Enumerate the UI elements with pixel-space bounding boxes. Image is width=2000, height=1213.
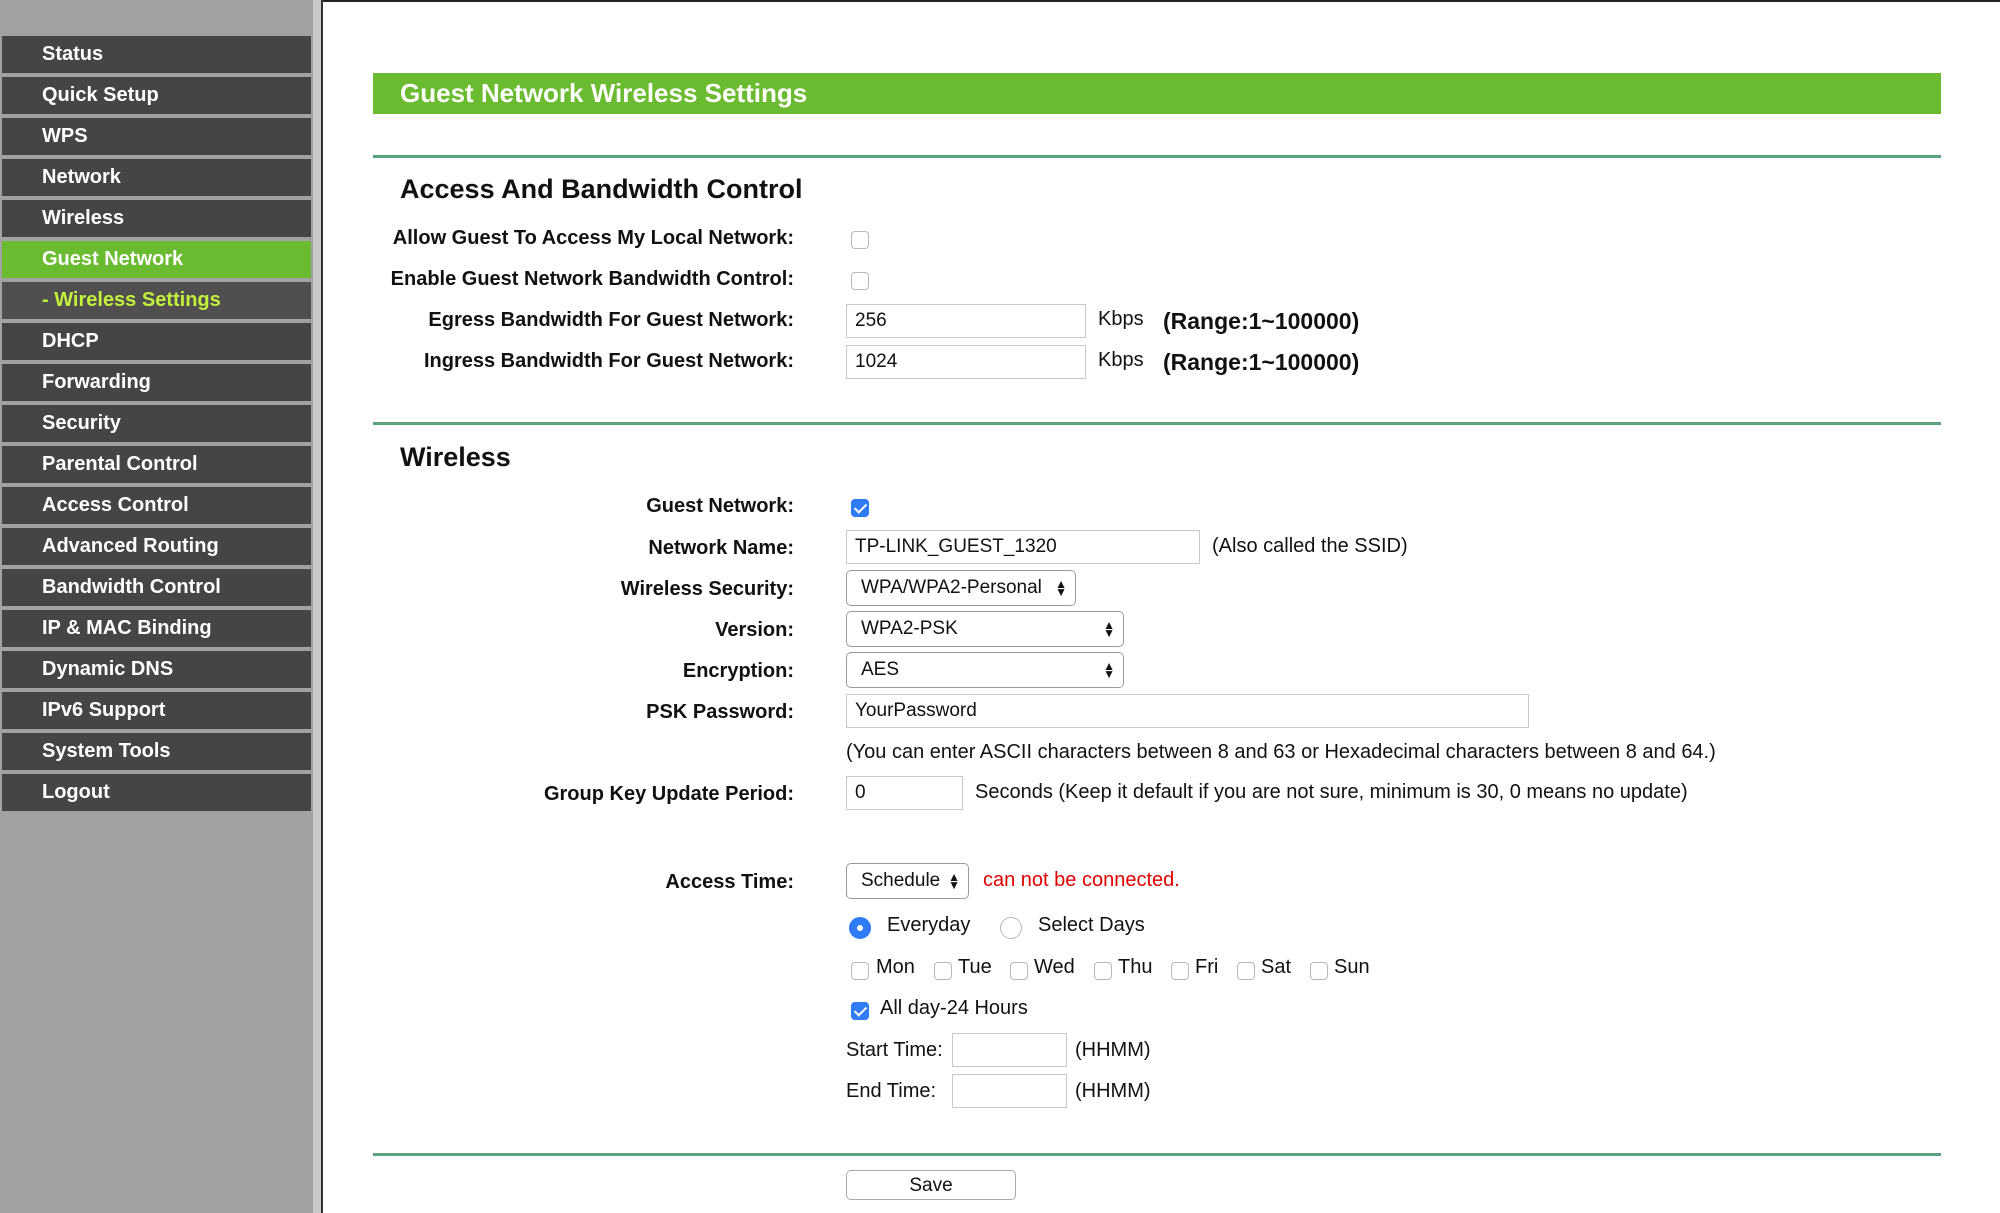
sidebar: Status Quick Setup WPS Network Wireless …: [0, 0, 313, 1213]
day-tue-checkbox[interactable]: [934, 962, 952, 980]
sidebar-item-logout[interactable]: Logout: [2, 774, 311, 811]
day-thu-checkbox[interactable]: [1094, 962, 1112, 980]
version-select[interactable]: WPA2-PSK ▲ ▼: [846, 611, 1124, 647]
select-arrows-icon: ▲ ▼: [948, 870, 960, 892]
section-divider: [373, 1153, 1941, 1156]
psk-password-label: PSK Password:: [646, 701, 794, 723]
day-wed-label: Wed: [1034, 956, 1075, 978]
ingress-unit: Kbps: [1098, 349, 1144, 371]
section-divider: [373, 422, 1941, 425]
day-mon-label: Mon: [876, 956, 915, 978]
bandwidth-control-label: Enable Guest Network Bandwidth Control:: [390, 268, 794, 290]
psk-note: (You can enter ASCII characters between …: [846, 741, 1716, 763]
sidebar-item-bandwidth-control[interactable]: Bandwidth Control: [2, 569, 311, 606]
all-day-label: All day-24 Hours: [880, 997, 1028, 1019]
day-mon-checkbox[interactable]: [851, 962, 869, 980]
bandwidth-control-checkbox[interactable]: [851, 272, 869, 290]
wireless-security-select[interactable]: WPA/WPA2-Personal ▲ ▼: [846, 570, 1076, 606]
group-key-label: Group Key Update Period:: [543, 783, 794, 805]
ingress-label: Ingress Bandwidth For Guest Network:: [423, 350, 794, 372]
sidebar-top-band: [0, 0, 313, 36]
sidebar-item-guest-network[interactable]: Guest Network: [2, 241, 311, 278]
day-thu-label: Thu: [1118, 956, 1153, 978]
sidebar-item-ipv6-support[interactable]: IPv6 Support: [2, 692, 311, 729]
day-sat-label: Sat: [1261, 956, 1292, 978]
wireless-security-value: WPA/WPA2-Personal: [861, 577, 1042, 598]
ingress-range: (Range:1~100000): [1163, 349, 1360, 375]
start-time-label: Start Time:: [846, 1039, 943, 1061]
encryption-select[interactable]: AES ▲ ▼: [846, 652, 1124, 688]
psk-password-input[interactable]: [846, 694, 1529, 728]
version-value: WPA2-PSK: [861, 618, 958, 639]
sidebar-item-wps[interactable]: WPS: [2, 118, 311, 155]
sidebar-item-advanced-routing[interactable]: Advanced Routing: [2, 528, 311, 565]
select-days-radio[interactable]: [1000, 917, 1022, 939]
day-fri-label: Fri: [1195, 956, 1219, 978]
sidebar-subitem-wireless-settings[interactable]: - Wireless Settings: [2, 282, 311, 319]
sidebar-item-dynamic-dns[interactable]: Dynamic DNS: [2, 651, 311, 688]
sidebar-item-dhcp[interactable]: DHCP: [2, 323, 311, 360]
start-time-format: (HHMM): [1075, 1039, 1151, 1061]
day-tue-label: Tue: [958, 956, 992, 978]
select-days-label: Select Days: [1038, 914, 1145, 936]
sidebar-item-quick-setup[interactable]: Quick Setup: [2, 77, 311, 114]
sidebar-item-network[interactable]: Network: [2, 159, 311, 196]
group-key-note: Seconds (Keep it default if you are not …: [975, 781, 1688, 803]
allow-local-checkbox[interactable]: [851, 231, 869, 249]
day-sun-checkbox[interactable]: [1310, 962, 1328, 980]
guest-network-label: Guest Network:: [646, 495, 794, 517]
sidebar-item-ip-mac-binding[interactable]: IP & MAC Binding: [2, 610, 311, 647]
egress-input[interactable]: [846, 304, 1086, 338]
guest-network-checkbox[interactable]: [851, 499, 869, 517]
day-sun-label: Sun: [1334, 956, 1370, 978]
sidebar-item-status[interactable]: Status: [2, 36, 311, 73]
section-divider: [373, 155, 1941, 158]
group-key-input[interactable]: [846, 776, 963, 810]
access-time-label: Access Time:: [665, 871, 794, 893]
select-arrows-icon: ▲ ▼: [1103, 618, 1115, 640]
encryption-label: Encryption:: [682, 660, 794, 682]
sidebar-item-system-tools[interactable]: System Tools: [2, 733, 311, 770]
ingress-input[interactable]: [846, 345, 1086, 379]
wireless-security-label: Wireless Security:: [620, 578, 794, 600]
access-time-select[interactable]: Schedule ▲ ▼: [846, 863, 969, 899]
access-time-warning: can not be connected.: [983, 869, 1180, 891]
everyday-label: Everyday: [887, 914, 971, 936]
version-label: Version:: [715, 619, 794, 641]
start-time-input[interactable]: [952, 1033, 1067, 1067]
sidebar-item-parental-control[interactable]: Parental Control: [2, 446, 311, 483]
ssid-note: (Also called the SSID): [1212, 535, 1408, 557]
day-sat-checkbox[interactable]: [1237, 962, 1255, 980]
select-arrows-icon: ▲ ▼: [1055, 577, 1067, 599]
sidebar-item-wireless[interactable]: Wireless: [2, 200, 311, 237]
sidebar-item-security[interactable]: Security: [2, 405, 311, 442]
everyday-radio[interactable]: [849, 917, 871, 939]
access-time-value: Schedule: [861, 870, 941, 891]
encryption-value: AES: [861, 659, 900, 680]
sidebar-item-forwarding[interactable]: Forwarding: [2, 364, 311, 401]
sidebar-item-access-control[interactable]: Access Control: [2, 487, 311, 524]
section-title-access: Access And Bandwidth Control: [400, 174, 803, 204]
network-name-input[interactable]: [846, 530, 1200, 564]
end-time-format: (HHMM): [1075, 1080, 1151, 1102]
egress-unit: Kbps: [1098, 308, 1144, 330]
network-name-label: Network Name:: [648, 537, 794, 559]
save-button[interactable]: Save: [846, 1170, 1016, 1200]
end-time-input[interactable]: [952, 1074, 1067, 1108]
all-day-checkbox[interactable]: [851, 1002, 869, 1020]
egress-label: Egress Bandwidth For Guest Network:: [428, 309, 794, 331]
select-arrows-icon: ▲ ▼: [1103, 659, 1115, 681]
allow-local-label: Allow Guest To Access My Local Network:: [392, 227, 794, 249]
section-title-wireless: Wireless: [400, 442, 511, 472]
end-time-label: End Time:: [846, 1080, 937, 1102]
day-fri-checkbox[interactable]: [1171, 962, 1189, 980]
day-wed-checkbox[interactable]: [1010, 962, 1028, 980]
egress-range: (Range:1~100000): [1163, 308, 1360, 334]
frame-divider: [313, 0, 321, 1213]
page-title: Guest Network Wireless Settings: [373, 73, 1941, 114]
